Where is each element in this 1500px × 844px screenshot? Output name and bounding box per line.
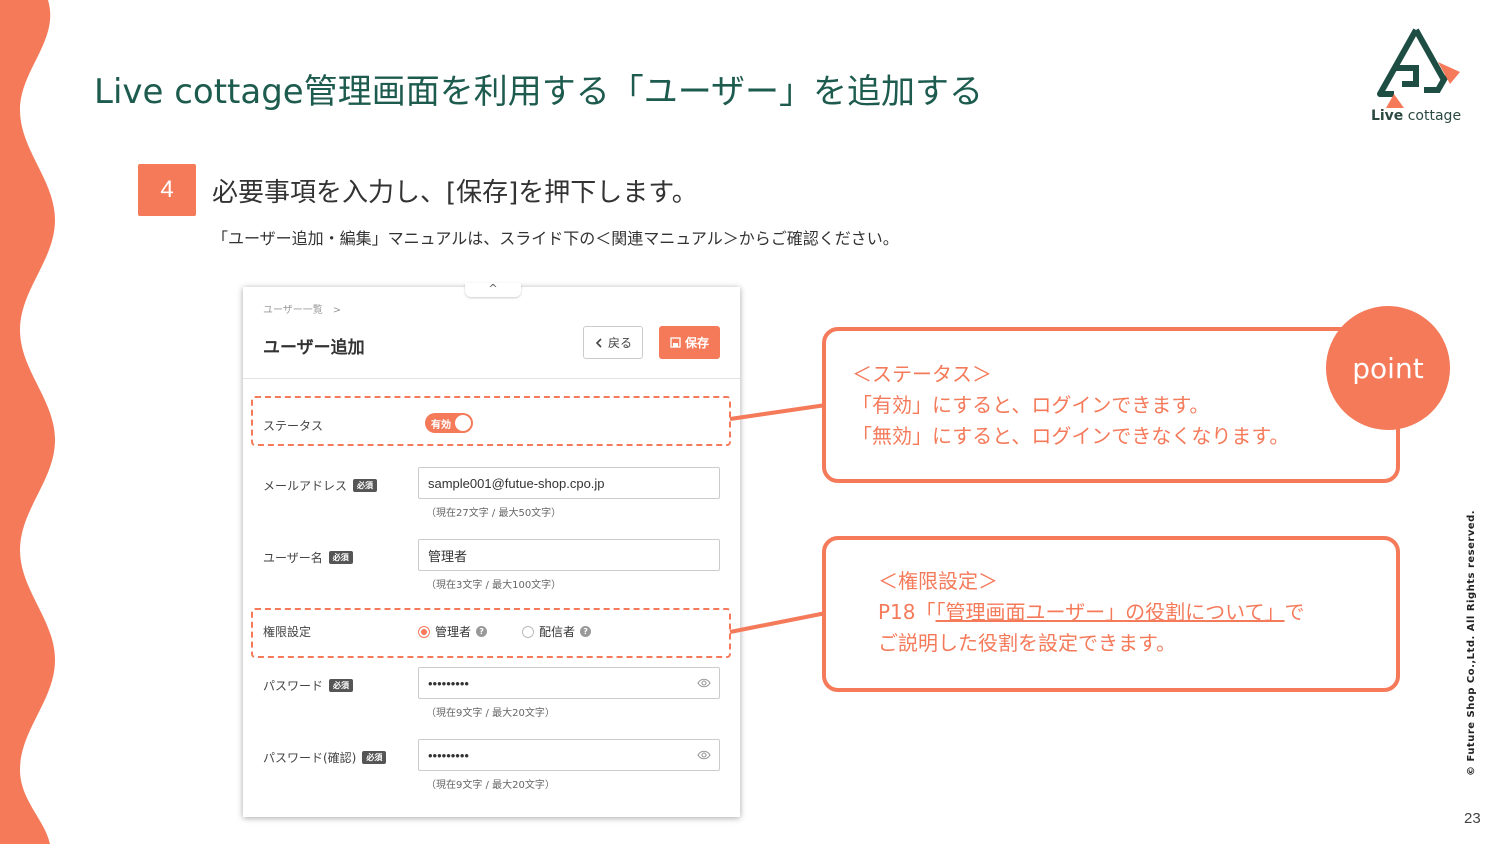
page-number: 23 <box>1464 810 1481 827</box>
point-badge: point <box>1326 306 1450 430</box>
role-callout-line2: ご説明した役割を設定できます。 <box>878 631 1176 655</box>
role-manual-link[interactable]: 「管理画面ユーザー」の役割について」 <box>936 600 1285 624</box>
status-callout-line2: 「無効」にすると、ログインできなくなります。 <box>852 424 1290 448</box>
status-callout-line1: 「有効」にすると、ログインできます。 <box>852 393 1210 417</box>
role-callout-line1: P18「「管理画面ユーザー」の役割について」で <box>878 600 1305 624</box>
role-callout-heading: ＜権限設定＞ <box>878 569 998 593</box>
status-callout-heading: ＜ステータス＞ <box>852 362 992 386</box>
copyright-notice: © Future Shop Co.,Ltd. All Rights reserv… <box>1466 509 1477 776</box>
